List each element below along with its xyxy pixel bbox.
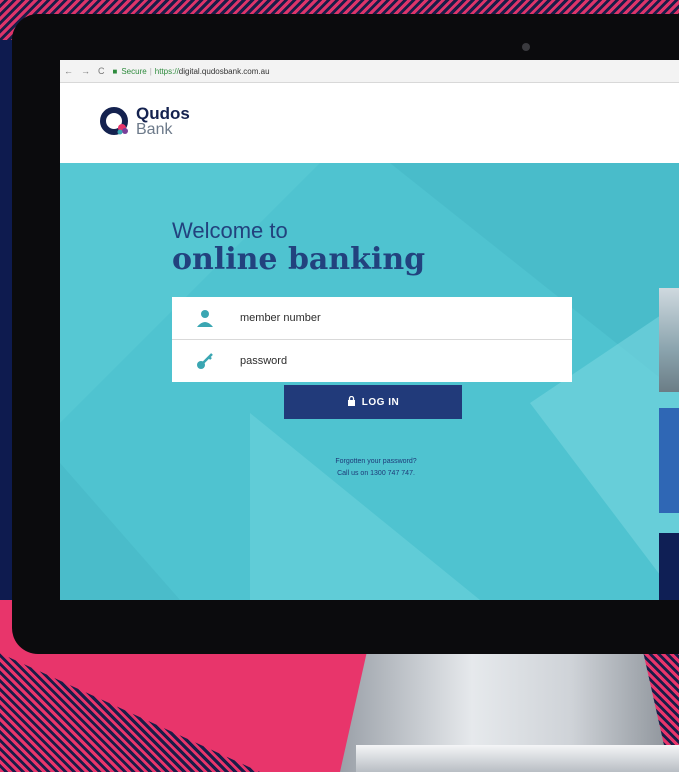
site-header: Qudos Bank xyxy=(60,83,679,163)
logo-name: Qudos xyxy=(136,104,190,123)
url-separator: | xyxy=(149,66,152,76)
member-number-row xyxy=(172,297,572,340)
browser-address-bar: ← → C ■ Secure | https://digital.qudosba… xyxy=(60,60,679,83)
welcome-line1: Welcome to xyxy=(172,218,288,243)
user-icon xyxy=(172,309,238,327)
qudos-logo[interactable]: Qudos Bank xyxy=(100,105,190,138)
forward-icon[interactable]: → xyxy=(77,66,94,76)
url-field[interactable]: https://digital.qudosbank.com.au xyxy=(155,67,270,76)
back-icon[interactable]: ← xyxy=(60,66,77,76)
help-text: Forgotten your password? Call us on 1300… xyxy=(276,456,476,480)
password-input[interactable] xyxy=(238,354,572,368)
login-button[interactable]: LOG IN xyxy=(284,385,462,419)
side-promo-banner[interactable] xyxy=(659,408,679,513)
camera-dot xyxy=(522,43,530,51)
reload-icon[interactable]: C xyxy=(94,66,109,76)
side-promo-image[interactable] xyxy=(659,288,679,392)
hero-section: Welcome to online banking LOG IN xyxy=(60,163,679,600)
logo-sub: Bank xyxy=(136,121,173,138)
password-row xyxy=(172,340,572,382)
login-button-label: LOG IN xyxy=(361,396,400,408)
lock-icon xyxy=(347,395,356,409)
call-us-text: Call us on 1300 747 747. xyxy=(337,470,415,477)
secure-label: Secure xyxy=(121,66,147,76)
forgot-password-link[interactable]: Forgotten your password? xyxy=(276,456,476,468)
welcome-line2: online banking xyxy=(172,242,426,277)
monitor-base xyxy=(356,745,679,772)
logo-text: Qudos Bank xyxy=(136,105,190,138)
side-promo-dark[interactable] xyxy=(659,533,679,600)
logo-mark-icon xyxy=(100,106,130,137)
welcome-heading: Welcome to online banking xyxy=(172,218,425,277)
screen: ← → C ■ Secure | https://digital.qudosba… xyxy=(60,60,679,600)
member-number-input[interactable] xyxy=(238,311,572,325)
secure-lock-icon: ■ xyxy=(112,66,118,76)
url-host: digital.qudosbank.com.au xyxy=(178,66,270,76)
login-form xyxy=(172,297,572,382)
key-icon xyxy=(172,352,238,370)
url-protocol: https:// xyxy=(154,66,179,76)
